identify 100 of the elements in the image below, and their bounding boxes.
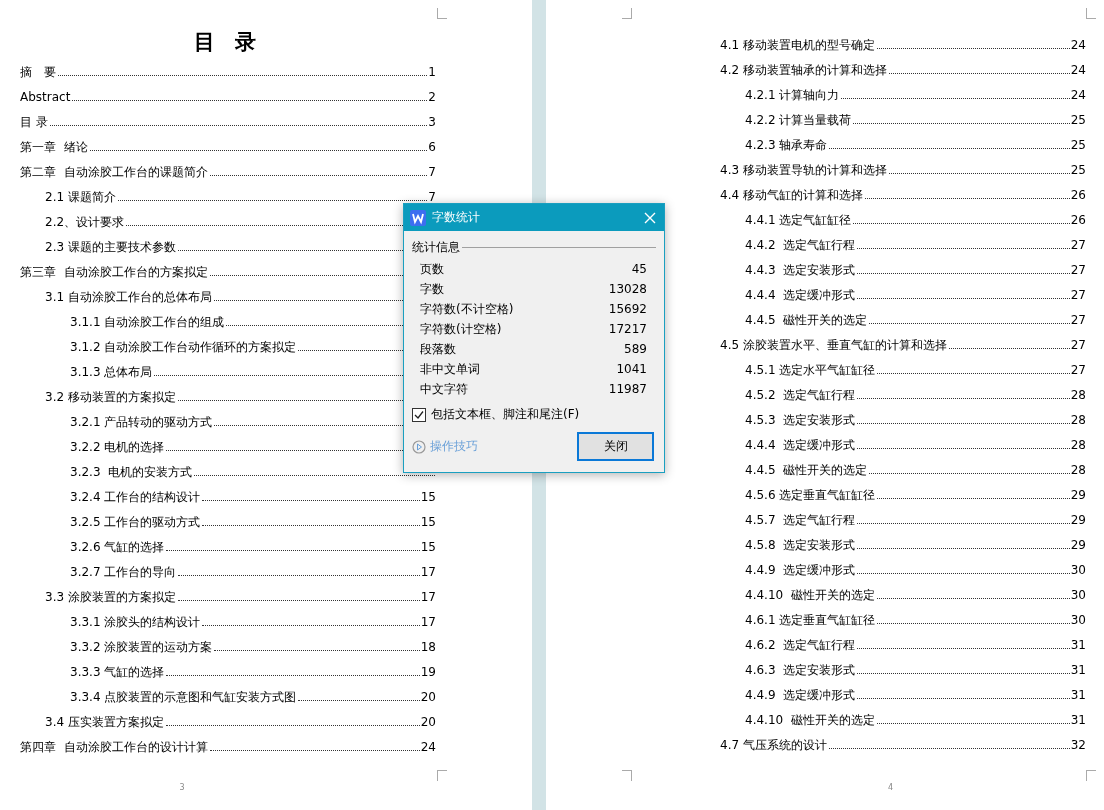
page-number: 3: [178, 783, 186, 792]
toc-entry-title: 4.2.3 轴承寿命: [745, 137, 828, 153]
toc-entry-title: 3.4 压实装置方案拟定: [45, 714, 164, 730]
toc-entry-title: 3.3.1 涂胶头的结构设计: [70, 614, 201, 630]
toc-page-number: 24: [1070, 62, 1086, 78]
crop-mark: [622, 770, 632, 781]
toc-page-number: 27: [1070, 362, 1086, 378]
toc-entry-title: 4.4.9 选定缓冲形式: [745, 562, 856, 578]
stat-value: 589: [624, 342, 647, 356]
toc-entry-title: 4.4.10 磁性开关的选定: [745, 712, 875, 728]
toc-entry-title: 4.4.4 选定缓冲形式: [745, 287, 856, 303]
toc-entry-title: 目 录: [20, 114, 48, 130]
stat-value: 1041: [616, 362, 647, 376]
toc-entry-title: 4.4.10 磁性开关的选定: [745, 587, 875, 603]
toc-heading: 目 录: [193, 28, 263, 55]
toc-entry-title: 4.4.4 选定缓冲形式: [745, 437, 856, 453]
stat-label: 中文字符: [420, 380, 468, 398]
toc-page-number: 6: [428, 139, 436, 155]
crop-mark: [1086, 770, 1096, 781]
stat-label: 段落数: [420, 340, 456, 358]
play-icon: [412, 439, 426, 454]
toc-entry-title: 4.4.3 选定安装形式: [745, 262, 856, 278]
toc-page-number: 26: [1070, 212, 1086, 228]
toc-page-number: 3: [428, 114, 436, 130]
toc-page-number: 25: [1070, 137, 1086, 153]
toc-entry-title: 4.4.1 选定气缸缸径: [745, 212, 852, 228]
toc-page-number: 25: [1070, 112, 1086, 128]
toc-page-number: 30: [1070, 612, 1086, 628]
toc-entry-title: 摘 要: [20, 64, 56, 80]
toc-entry-title: 2.3 课题的主要技术参数: [45, 239, 176, 255]
toc-page-number: 24: [1070, 37, 1086, 53]
toc-page-number: 18: [420, 639, 436, 655]
checkbox[interactable]: [412, 407, 426, 422]
toc-page-number: 27: [1070, 312, 1086, 328]
toc-page-number: 29: [1070, 487, 1086, 503]
toc-entry-title: 第二章 自动涂胶工作台的课题简介: [20, 164, 208, 180]
toc-entry-title: 4.5 涂胶装置水平、垂直气缸的计算和选择: [720, 337, 947, 353]
toc-page-number: 27: [1070, 262, 1086, 278]
toc-page-number: 27: [1070, 287, 1086, 303]
toc-entry-title: 3.1.1 自动涂胶工作台的组成: [70, 314, 225, 330]
toc-page-number: 32: [1070, 737, 1086, 753]
toc-page-number: 26: [1070, 187, 1086, 203]
toc-page-number: 28: [1070, 412, 1086, 428]
toc-entry-title: 4.5.6 选定垂直气缸缸径: [745, 487, 876, 503]
crop-mark: [622, 8, 632, 19]
crop-mark: [1086, 8, 1096, 19]
toc-entry-title: 3.2.2 电机的选择: [70, 439, 165, 455]
toc-entry-title: 4.4 移动气缸的计算和选择: [720, 187, 863, 203]
toc-entry-title: Abstract: [20, 89, 71, 105]
toc-entry-title: 3.2.4 工作台的结构设计: [70, 489, 201, 505]
toc-entry-title: 第三章 自动涂胶工作台的方案拟定: [20, 264, 208, 280]
toc-entry-title: 4.5.1 选定水平气缸缸径: [745, 362, 876, 378]
toc-entry-title: 3.2.1 产品转动的驱动方式: [70, 414, 213, 430]
app-logo-icon: [410, 209, 426, 226]
toc-entry-title: 4.6.1 选定垂直气缸缸径: [745, 612, 876, 628]
toc-page-number: 31: [1070, 687, 1086, 703]
toc-entry-title: 3.3 涂胶装置的方案拟定: [45, 589, 176, 605]
toc-page-number: 7: [428, 189, 436, 205]
toc-entry-title: 3.2.6 气缸的选择: [70, 539, 165, 555]
toc-entry-title: 4.4.2 选定气缸行程: [745, 237, 856, 253]
toc-page-number: 17: [420, 614, 436, 630]
toc-entry-title: 4.4.9 选定缓冲形式: [745, 687, 856, 703]
toc-entry-title: 4.4.5 磁性开关的选定: [745, 462, 868, 478]
toc-page-number: 25: [1070, 162, 1086, 178]
toc-page-number: 7: [428, 164, 436, 180]
stat-value: 13028: [608, 282, 647, 296]
toc-entry-title: 3.2.3 电机的安装方式: [70, 464, 193, 480]
toc-entry-title: 4.5.3 选定安装形式: [745, 412, 856, 428]
toc-page-number: 29: [1070, 537, 1086, 553]
toc-page-number: 27: [1070, 337, 1086, 353]
toc-page-number: 15: [420, 514, 436, 530]
toc-entry-title: 第四章 自动涂胶工作台的设计计算: [20, 739, 208, 755]
stat-value: 45: [631, 262, 647, 276]
toc-entry-title: 4.2 移动装置轴承的计算和选择: [720, 62, 887, 78]
stat-value: 11987: [608, 382, 647, 396]
toc-page-number: 20: [420, 689, 436, 705]
toc-entry-title: 4.2.1 计算轴向力: [745, 87, 840, 103]
toc-page-number: 2: [428, 89, 436, 105]
toc-page-number: 27: [1070, 237, 1086, 253]
toc-entry-title: 4.4.5 磁性开关的选定: [745, 312, 868, 328]
stat-label: 字符数(计空格): [420, 320, 502, 338]
toc-page-number: 31: [1070, 637, 1086, 653]
toc-entry-title: 3.2 移动装置的方案拟定: [45, 389, 176, 405]
toc-entry-title: 2.2、设计要求: [45, 214, 125, 230]
toc-page-number: 17: [420, 564, 436, 580]
toc-page-number: 17: [420, 589, 436, 605]
stat-label: 页数: [420, 260, 444, 278]
stat-label: 字符数(不计空格): [420, 300, 514, 318]
toc-page-number: 30: [1070, 587, 1086, 603]
toc-entry-title: 第一章 绪论: [20, 139, 88, 155]
close-button[interactable]: 关闭: [577, 432, 654, 461]
dialog-title: 字数统计: [432, 209, 481, 226]
toc-page-number: 29: [1070, 512, 1086, 528]
toc-page-number: 24: [420, 739, 436, 755]
toc-page-number: 20: [420, 714, 436, 730]
crop-mark: [437, 770, 447, 781]
toc-page-number: 1: [428, 64, 436, 80]
stat-label: 字数: [420, 280, 444, 298]
toc-entry-title: 3.3.4 点胶装置的示意图和气缸安装方式图: [70, 689, 297, 705]
toc-entry-title: 3.3.2 涂胶装置的运动方案: [70, 639, 213, 655]
